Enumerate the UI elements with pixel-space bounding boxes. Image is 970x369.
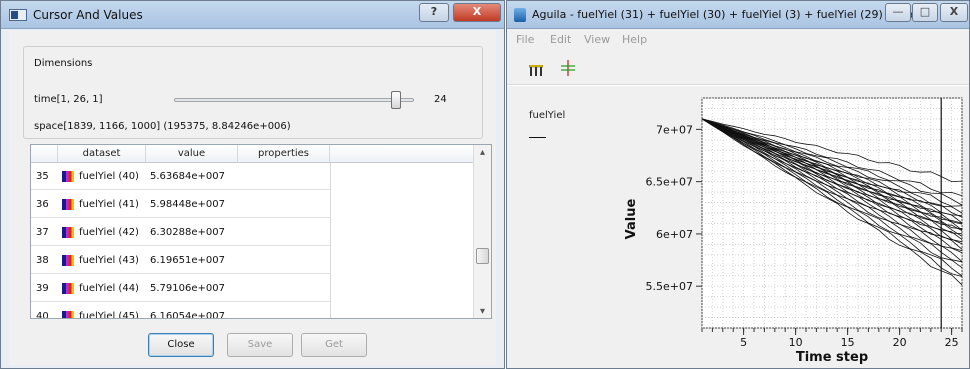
menu-bar: File Edit View Help [507, 29, 969, 51]
toolbar [507, 51, 969, 85]
y-tick-label: 7e+07 [656, 123, 693, 136]
legend-line-icon [529, 137, 546, 138]
table-row[interactable]: 39 fuelYiel (44) 5.79106e+007 [31, 275, 330, 302]
row-number: 35 [36, 171, 49, 182]
cursor-crosshair-icon[interactable] [561, 60, 575, 76]
colormap-icon [62, 171, 74, 182]
menu-edit[interactable]: Edit [550, 33, 571, 46]
y-tick-label: 6e+07 [656, 228, 693, 241]
dataset-header[interactable]: dataset [58, 145, 146, 163]
row-number: 38 [36, 255, 49, 266]
dataset-cell: fuelYiel (40) [79, 171, 139, 182]
close-window-button[interactable]: X [453, 3, 501, 22]
y-axis-label: Value [624, 198, 639, 239]
y-tick-label: 5.5e+07 [646, 280, 693, 293]
colormap-icon [62, 199, 74, 210]
dataset-cell: fuelYiel (42) [79, 227, 139, 238]
x-tick-label: 5 [740, 336, 747, 349]
colormap-icon [62, 311, 74, 318]
time-value: 24 [434, 94, 447, 105]
row-number-header [31, 145, 58, 163]
cursor-values-title: Cursor And Values [33, 8, 143, 22]
table-row[interactable]: 37 fuelYiel (42) 6.30288e+007 [31, 219, 330, 246]
dimensions-group: Dimensions time[1, 26, 1] 24 space[1839,… [23, 46, 483, 139]
window-app-icon [9, 9, 27, 21]
aguila-app-icon [514, 8, 526, 22]
table-rows: 35 fuelYiel (40) 5.63684e+007 36 fuelYie… [31, 163, 474, 319]
legend-label: fuelYiel [529, 110, 566, 121]
properties-header[interactable]: properties [238, 145, 330, 163]
help-button[interactable]: ? [419, 3, 449, 22]
minimize-button[interactable]: — [885, 3, 911, 22]
row-number: 39 [36, 283, 49, 294]
space-label: space[1839, 1166, 1000] (195375, 8.84246… [34, 121, 291, 132]
colormap-icon [62, 283, 74, 294]
scroll-thumb[interactable] [476, 248, 489, 264]
scroll-up-arrow[interactable]: ▴ [474, 145, 491, 161]
value-cell: 5.98448e+007 [150, 199, 225, 210]
time-slider[interactable] [174, 91, 414, 109]
time-label: time[1, 26, 1] [34, 94, 103, 105]
value-header[interactable]: value [146, 145, 238, 163]
dimensions-label: Dimensions [34, 58, 93, 69]
dataset-cell: fuelYiel (43) [79, 255, 139, 266]
dataset-cell: fuelYiel (45) [79, 311, 139, 319]
value-cell: 5.79106e+007 [150, 283, 225, 294]
x-tick-label: 15 [841, 336, 855, 349]
colormap-icon [62, 255, 74, 266]
cursor-values-titlebar[interactable]: Cursor And Values ? X [1, 1, 504, 29]
save-button[interactable]: Save [227, 333, 293, 357]
time-slider-thumb[interactable] [390, 91, 401, 109]
dataset-cell: fuelYiel (44) [79, 283, 139, 294]
close-button[interactable]: Close [148, 333, 214, 357]
x-tick-label: 25 [945, 336, 959, 349]
aguila-title: Aguila - fuelYiel (31) + fuelYiel (30) +… [532, 8, 928, 21]
table-row[interactable]: 36 fuelYiel (41) 5.98448e+007 [31, 191, 330, 218]
scroll-down-arrow[interactable]: ▾ [474, 304, 491, 318]
line-chart: 5 10 15 20 25 7e+07 6.5e+07 6e+07 5.5e+07 Time st… [607, 86, 969, 368]
x-tick-label: 20 [893, 336, 907, 349]
row-number: 40 [36, 311, 49, 319]
aguila-titlebar[interactable]: Aguila - fuelYiel (31) + fuelYiel (30) +… [507, 1, 969, 29]
menu-file[interactable]: File [516, 33, 534, 46]
spare-header [330, 145, 474, 163]
values-table: dataset value properties 35 fuelYiel (40… [30, 144, 492, 319]
columns-icon[interactable] [528, 62, 544, 76]
legend-panel: fuelYiel [507, 86, 607, 368]
colormap-icon [62, 227, 74, 238]
dataset-cell: fuelYiel (41) [79, 199, 139, 210]
value-cell: 6.30288e+007 [150, 227, 225, 238]
value-cell: 6.19651e+007 [150, 255, 225, 266]
table-row[interactable]: 38 fuelYiel (43) 6.19651e+007 [31, 247, 330, 274]
table-row[interactable]: 35 fuelYiel (40) 5.63684e+007 [31, 163, 330, 190]
cursor-values-window: Cursor And Values ? X Dimensions time[1,… [0, 0, 505, 369]
column-divider [330, 163, 331, 318]
aguila-window: Aguila - fuelYiel (31) + fuelYiel (30) +… [506, 0, 970, 369]
menu-view[interactable]: View [584, 33, 610, 46]
aguila-close-button[interactable]: X [940, 3, 968, 22]
menu-help[interactable]: Help [622, 33, 647, 46]
table-row[interactable]: 40 fuelYiel (45) 6.16054e+007 [31, 303, 330, 319]
dialog-body: Dimensions time[1, 26, 1] 24 space[1839,… [9, 31, 496, 365]
x-tick-label: 10 [789, 336, 803, 349]
table-scrollbar[interactable]: ▴ ▾ [473, 145, 491, 318]
get-button[interactable]: Get [301, 333, 367, 357]
row-number: 37 [36, 227, 49, 238]
value-cell: 5.63684e+007 [150, 171, 225, 182]
y-tick-label: 6.5e+07 [646, 176, 693, 189]
x-axis-label: Time step [796, 350, 868, 365]
value-cell: 6.16054e+007 [150, 311, 225, 319]
maximize-button[interactable]: □ [912, 3, 938, 22]
row-number: 36 [36, 199, 49, 210]
